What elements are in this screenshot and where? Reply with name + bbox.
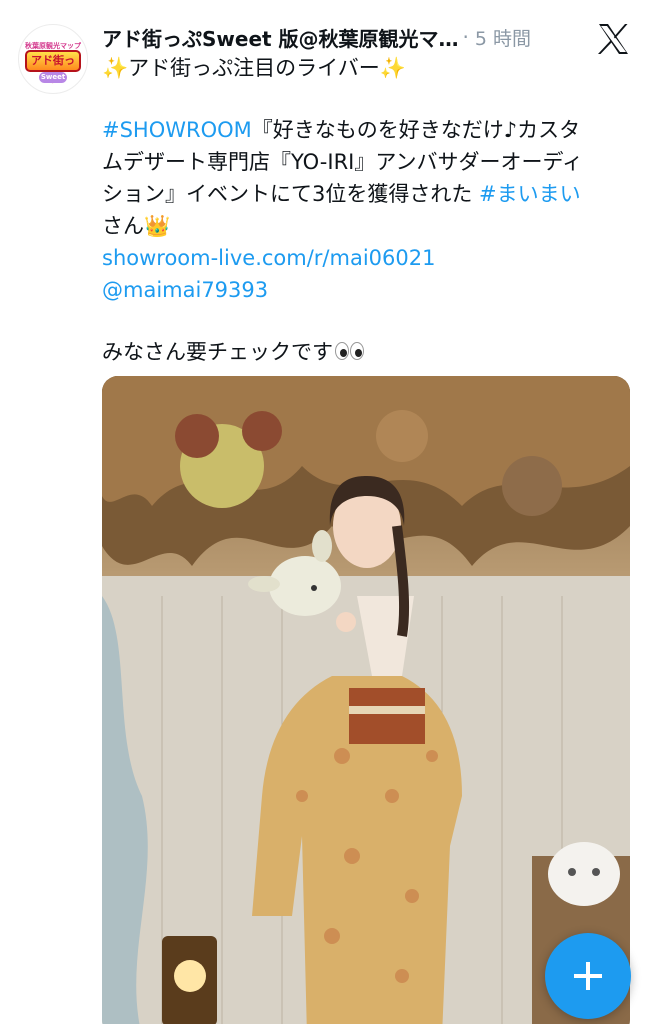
tweet-text-segment: ション』イベントにて3位を獲得された [102, 182, 480, 206]
tweet-line-3: ムデザート専門店『YO-IRI』アンバサダーオーディ [102, 150, 584, 174]
tweet-line-4: ション』イベントにて3位を獲得された #まいまい [102, 178, 632, 210]
compose-button[interactable] [545, 933, 631, 1019]
tweet-closing-text: みなさん要チェックです [102, 340, 333, 364]
showroom-link[interactable]: showroom-live.com/r/mai06021 [102, 242, 632, 274]
timestamp[interactable]: 5 時間 [475, 24, 531, 51]
plus-icon [574, 962, 602, 990]
display-name[interactable]: アド街っぷSweet 版@秋葉原観光マ… [102, 23, 459, 52]
photo-illustration [102, 376, 630, 1024]
tweet-header: アド街っぷSweet 版@秋葉原観光マ… · 5 時間 [102, 22, 602, 52]
hashtag-maimai[interactable]: #まいまい [479, 182, 581, 206]
tweet-line-5: さん👑 [102, 210, 632, 242]
hashtag-showroom[interactable]: #SHOWROOM [102, 118, 252, 142]
tweet-post: 秋葉原観光マップ アド街っぷ Sweet アド街っぷSweet 版@秋葉原観光マ… [0, 0, 647, 1024]
mention-link[interactable]: @maimai79393 [102, 274, 632, 306]
tweet-line-1: ✨アド街っぷ注目のライバー✨ [102, 52, 632, 84]
avatar[interactable]: 秋葉原観光マップ アド街っぷ Sweet [18, 24, 88, 94]
tweet-text: ✨アド街っぷ注目のライバー✨ #SHOWROOM『好きなものを好きなだけ♪カスタ… [102, 52, 632, 369]
tweet-closing-line: みなさん要チェックです [102, 336, 632, 369]
tweet-text-segment: 『好きなものを好きなだけ♪カスタ [251, 118, 581, 142]
tweet-headline: アド街っぷ注目のライバー [128, 56, 380, 80]
x-logo-icon[interactable] [596, 22, 630, 56]
eyes-emoji-icon [335, 337, 365, 369]
sparkle-icon: ✨ [379, 56, 406, 80]
avatar-logo-main-text: アド街っぷ [25, 50, 81, 85]
sparkle-icon: ✨ [102, 56, 129, 80]
separator-dot: · [462, 25, 469, 49]
tweet-photo[interactable] [102, 376, 630, 1024]
crown-emoji-icon: 👑 [144, 214, 171, 238]
tweet-text-segment: さん [102, 214, 144, 238]
avatar-logo-sub-text: Sweet [39, 72, 67, 83]
tweet-line-2: #SHOWROOM『好きなものを好きなだけ♪カスタ [102, 114, 632, 146]
